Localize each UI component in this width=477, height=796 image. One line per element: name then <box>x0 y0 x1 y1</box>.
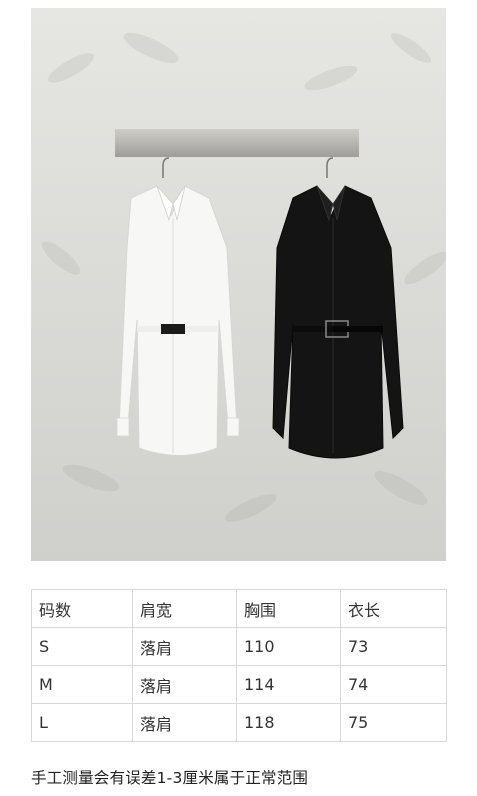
table-row: M 落肩 114 74 <box>31 665 447 704</box>
header-size: 码数 <box>31 589 133 628</box>
cell-length: 74 <box>340 665 447 704</box>
cell-length: 73 <box>340 627 447 666</box>
cell-shoulder: 落肩 <box>132 703 237 742</box>
cell-size: S <box>31 627 133 666</box>
cell-chest: 114 <box>236 665 341 704</box>
cell-chest: 118 <box>236 703 341 742</box>
cell-shoulder: 落肩 <box>132 627 237 666</box>
header-length: 衣长 <box>340 589 447 628</box>
table-row: S 落肩 110 73 <box>31 627 447 666</box>
product-photo <box>31 8 446 561</box>
cell-length: 75 <box>340 703 447 742</box>
size-table: 码数 肩宽 胸围 衣长 S 落肩 110 73 M 落肩 114 74 L 落肩… <box>31 589 447 742</box>
table-row: L 落肩 118 75 <box>31 703 447 742</box>
header-shoulder: 肩宽 <box>132 589 237 628</box>
measurement-note: 手工测量会有误差1-3厘米属于正常范围 <box>31 769 309 787</box>
cell-size: M <box>31 665 133 704</box>
hanging-rail <box>115 129 359 157</box>
cell-size: L <box>31 703 133 742</box>
header-chest: 胸围 <box>236 589 341 628</box>
cell-shoulder: 落肩 <box>132 665 237 704</box>
table-header-row: 码数 肩宽 胸围 衣长 <box>31 589 447 628</box>
cell-chest: 110 <box>236 627 341 666</box>
